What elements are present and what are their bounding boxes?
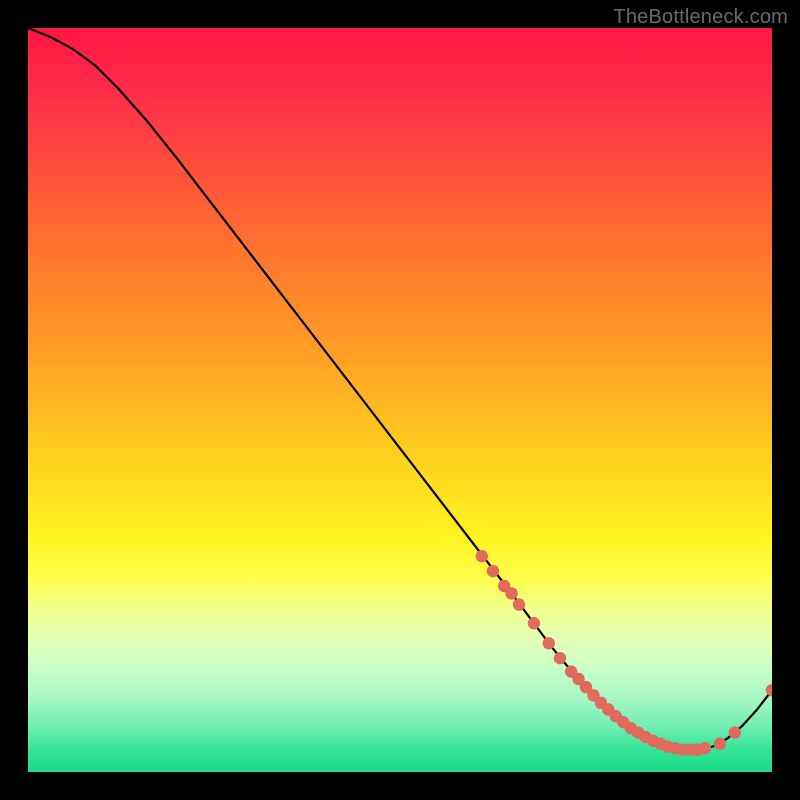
marker-point [513, 598, 525, 610]
marker-point [729, 726, 741, 738]
marker-point [476, 550, 488, 562]
watermark-text: TheBottleneck.com [613, 6, 788, 29]
marker-point [699, 742, 711, 754]
marker-point [714, 738, 726, 750]
curve-line [28, 28, 772, 750]
chart-root: TheBottleneck.com [0, 0, 800, 800]
marker-point [554, 652, 566, 664]
marker-point [505, 587, 517, 599]
curve-markers [476, 550, 772, 756]
plot-area [28, 28, 772, 772]
marker-point [766, 684, 772, 696]
marker-point [528, 617, 540, 629]
marker-point [487, 565, 499, 577]
marker-point [543, 637, 555, 649]
chart-svg [28, 28, 772, 772]
